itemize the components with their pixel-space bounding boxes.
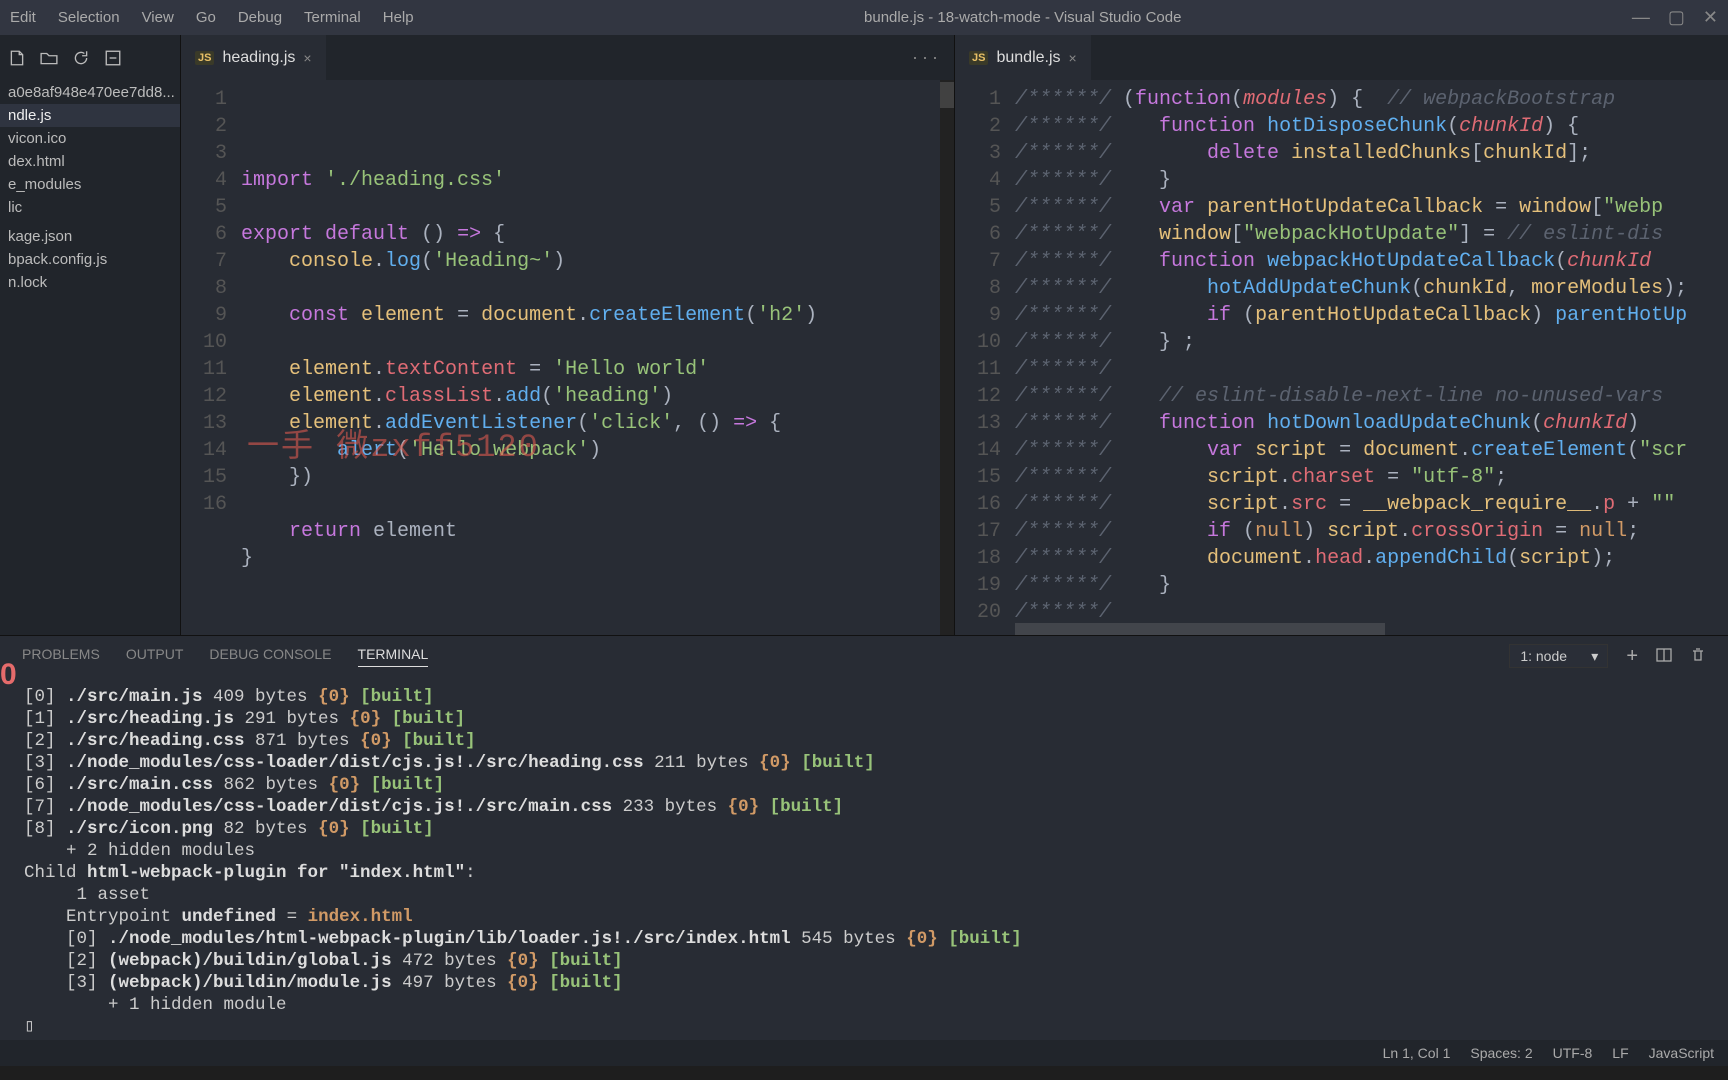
new-file-icon[interactable] (8, 49, 26, 71)
vertical-scrollbar[interactable] (940, 80, 954, 635)
window-controls: — ▢ ✕ (1632, 7, 1718, 28)
refresh-icon[interactable] (72, 49, 90, 71)
tab-label: heading.js (222, 49, 295, 67)
editor-pane-right: JS bundle.js × 1234567891011121314151617… (954, 35, 1728, 635)
file-item[interactable]: bpack.config.js (0, 248, 180, 271)
status-eol[interactable]: LF (1612, 1045, 1628, 1061)
editor-pane-left: JS heading.js × ··· 12345678910111213141… (180, 35, 954, 635)
code-editor-left[interactable]: 12345678910111213141516 import './headin… (181, 80, 954, 635)
file-item[interactable]: e_modules (0, 173, 180, 196)
new-folder-icon[interactable] (40, 49, 58, 71)
tab-heading-js[interactable]: JS heading.js × (181, 35, 326, 80)
tab-label: bundle.js (996, 49, 1060, 67)
file-item[interactable]: n.lock (0, 271, 180, 294)
main-area: a0e8af948e470ee7dd8...ndle.jsvicon.icode… (0, 35, 1728, 635)
tab-bar-right: JS bundle.js × (955, 35, 1728, 80)
menu-bar: Edit Selection View Go Debug Terminal Help (10, 9, 414, 26)
minimize-icon[interactable]: — (1632, 7, 1650, 28)
file-item[interactable]: dex.html (0, 150, 180, 173)
file-item[interactable]: vicon.ico (0, 127, 180, 150)
terminal-output[interactable]: [0] ./src/main.js 409 bytes {0} [built][… (0, 676, 1728, 1040)
close-tab-icon[interactable]: × (303, 50, 311, 66)
js-file-icon: JS (969, 51, 988, 65)
file-item[interactable]: a0e8af948e470ee7dd8... (0, 81, 180, 104)
file-item[interactable]: ndle.js (0, 104, 180, 127)
horizontal-scrollbar[interactable] (1015, 623, 1714, 635)
panel-actions: 1: node + (1509, 644, 1706, 668)
explorer-toolbar (0, 45, 180, 81)
code-editor-right[interactable]: 1234567891011121314151617181920 /******/… (955, 80, 1728, 635)
title-bar: Edit Selection View Go Debug Terminal Help bun… (0, 0, 1728, 35)
close-icon[interactable]: ✕ (1703, 7, 1718, 28)
menu-view[interactable]: View (142, 9, 174, 26)
tab-bundle-js[interactable]: JS bundle.js × (955, 35, 1091, 80)
kill-terminal-icon[interactable] (1690, 647, 1706, 666)
new-terminal-icon[interactable]: + (1626, 645, 1638, 668)
bottom-panel: PROBLEMS OUTPUT DEBUG CONSOLE TERMINAL 1: n… (0, 635, 1728, 1040)
maximize-icon[interactable]: ▢ (1668, 7, 1685, 28)
menu-terminal[interactable]: Terminal (304, 9, 361, 26)
editor-group: JS heading.js × ··· 12345678910111213141… (180, 35, 1728, 635)
menu-go[interactable]: Go (196, 9, 216, 26)
panel-tab-problems[interactable]: PROBLEMS (22, 646, 100, 667)
panel-tab-debug-console[interactable]: DEBUG CONSOLE (209, 646, 331, 667)
panel-tab-output[interactable]: OUTPUT (126, 646, 184, 667)
file-item[interactable]: kage.json (0, 225, 180, 248)
panel-tab-bar: PROBLEMS OUTPUT DEBUG CONSOLE TERMINAL 1: n… (0, 636, 1728, 676)
menu-help[interactable]: Help (383, 9, 414, 26)
menu-debug[interactable]: Debug (238, 9, 282, 26)
tab-bar-left: JS heading.js × ··· (181, 35, 954, 80)
watermark-text: 一手 微zxff5120 (247, 434, 540, 461)
status-encoding[interactable]: UTF-8 (1553, 1045, 1593, 1061)
panel-tab-terminal[interactable]: TERMINAL (358, 646, 429, 667)
menu-edit[interactable]: Edit (10, 9, 36, 26)
js-file-icon: JS (195, 51, 214, 65)
status-spaces[interactable]: Spaces: 2 (1470, 1045, 1532, 1061)
collapse-icon[interactable] (104, 49, 122, 71)
status-bar: Ln 1, Col 1 Spaces: 2 UTF-8 LF JavaScrip… (0, 1040, 1728, 1066)
file-item[interactable]: lic (0, 196, 180, 219)
explorer-sidebar: a0e8af948e470ee7dd8...ndle.jsvicon.icode… (0, 35, 180, 635)
status-language[interactable]: JavaScript (1649, 1045, 1714, 1061)
split-terminal-icon[interactable] (1656, 647, 1672, 666)
menu-selection[interactable]: Selection (58, 9, 120, 26)
tab-overflow-icon[interactable]: ··· (912, 47, 954, 68)
close-tab-icon[interactable]: × (1069, 50, 1077, 66)
status-lncol[interactable]: Ln 1, Col 1 (1383, 1045, 1451, 1061)
window-title: bundle.js - 18-watch-mode - Visual Studi… (414, 9, 1632, 26)
overlay-annotation: 0 (0, 658, 17, 692)
terminal-selector[interactable]: 1: node (1509, 644, 1608, 668)
